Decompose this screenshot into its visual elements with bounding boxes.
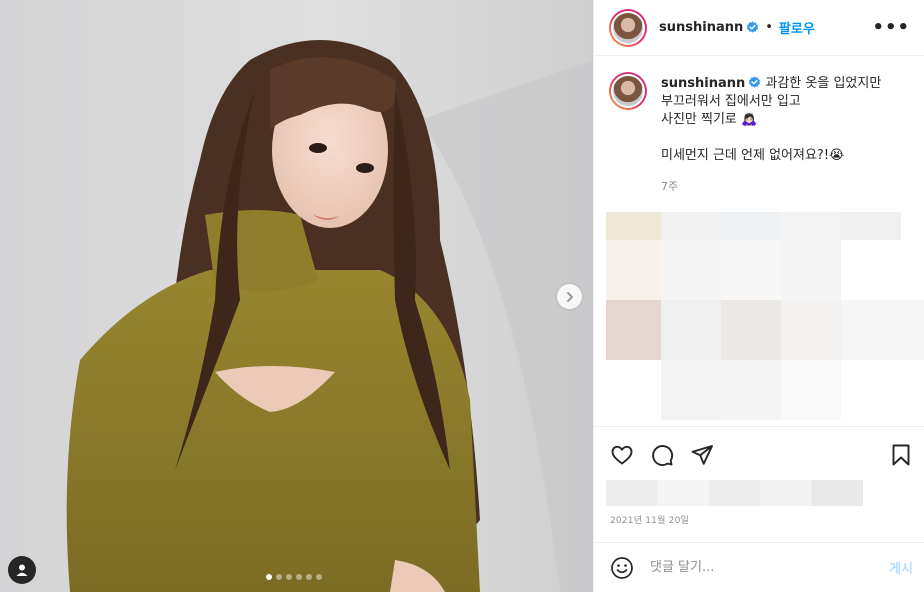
likes-blurred — [606, 480, 863, 506]
emoji-icon[interactable] — [610, 556, 634, 580]
avatar[interactable] — [609, 8, 647, 47]
next-photo-button[interactable] — [557, 284, 582, 309]
post-comment-button[interactable]: 게시 — [889, 558, 913, 577]
carousel-dot — [316, 574, 322, 580]
verified-badge-icon — [747, 21, 759, 33]
tagged-users-button[interactable] — [8, 556, 36, 584]
caption-time[interactable]: 7주 — [661, 178, 881, 196]
verified-badge-icon — [749, 76, 761, 88]
carousel-dot — [286, 574, 292, 580]
photo-image — [0, 0, 593, 592]
carousel-dot — [306, 574, 312, 580]
chevron-right-icon — [566, 291, 573, 302]
user-icon — [16, 564, 28, 576]
more-options-button[interactable]: ••• — [872, 18, 910, 37]
comment-icon[interactable] — [650, 443, 674, 467]
comments-blurred — [606, 212, 924, 422]
carousel-dot — [266, 574, 272, 580]
bookmark-icon[interactable] — [889, 443, 913, 467]
follow-button[interactable]: 팔로우 — [779, 18, 815, 37]
share-icon[interactable] — [690, 443, 714, 467]
header-username[interactable]: sunshinann — [659, 20, 743, 35]
post-photo[interactable] — [0, 0, 593, 592]
carousel-dot — [276, 574, 282, 580]
caption-avatar[interactable] — [609, 72, 647, 110]
caption-body: sunshinann 과감한 옷을 입었지만 부끄러워서 집에서만 입고 사진만… — [661, 75, 881, 196]
separator-dot: • — [765, 20, 773, 35]
comment-bar: 게시 — [594, 542, 924, 592]
comment-input[interactable] — [650, 560, 890, 575]
heart-icon[interactable] — [610, 443, 634, 467]
post-header: sunshinann • 팔로우 ••• — [594, 0, 924, 56]
caption: sunshinann 과감한 옷을 입었지만 부끄러워서 집에서만 입고 사진만… — [594, 56, 924, 196]
caption-username[interactable]: sunshinann — [661, 76, 745, 91]
carousel-indicator — [266, 574, 322, 580]
action-bar — [594, 426, 924, 482]
post-details-panel: sunshinann • 팔로우 ••• sunshinann 과감한 옷을 입… — [593, 0, 924, 592]
post-date[interactable]: 2021년 11월 20일 — [610, 513, 689, 526]
carousel-dot — [296, 574, 302, 580]
